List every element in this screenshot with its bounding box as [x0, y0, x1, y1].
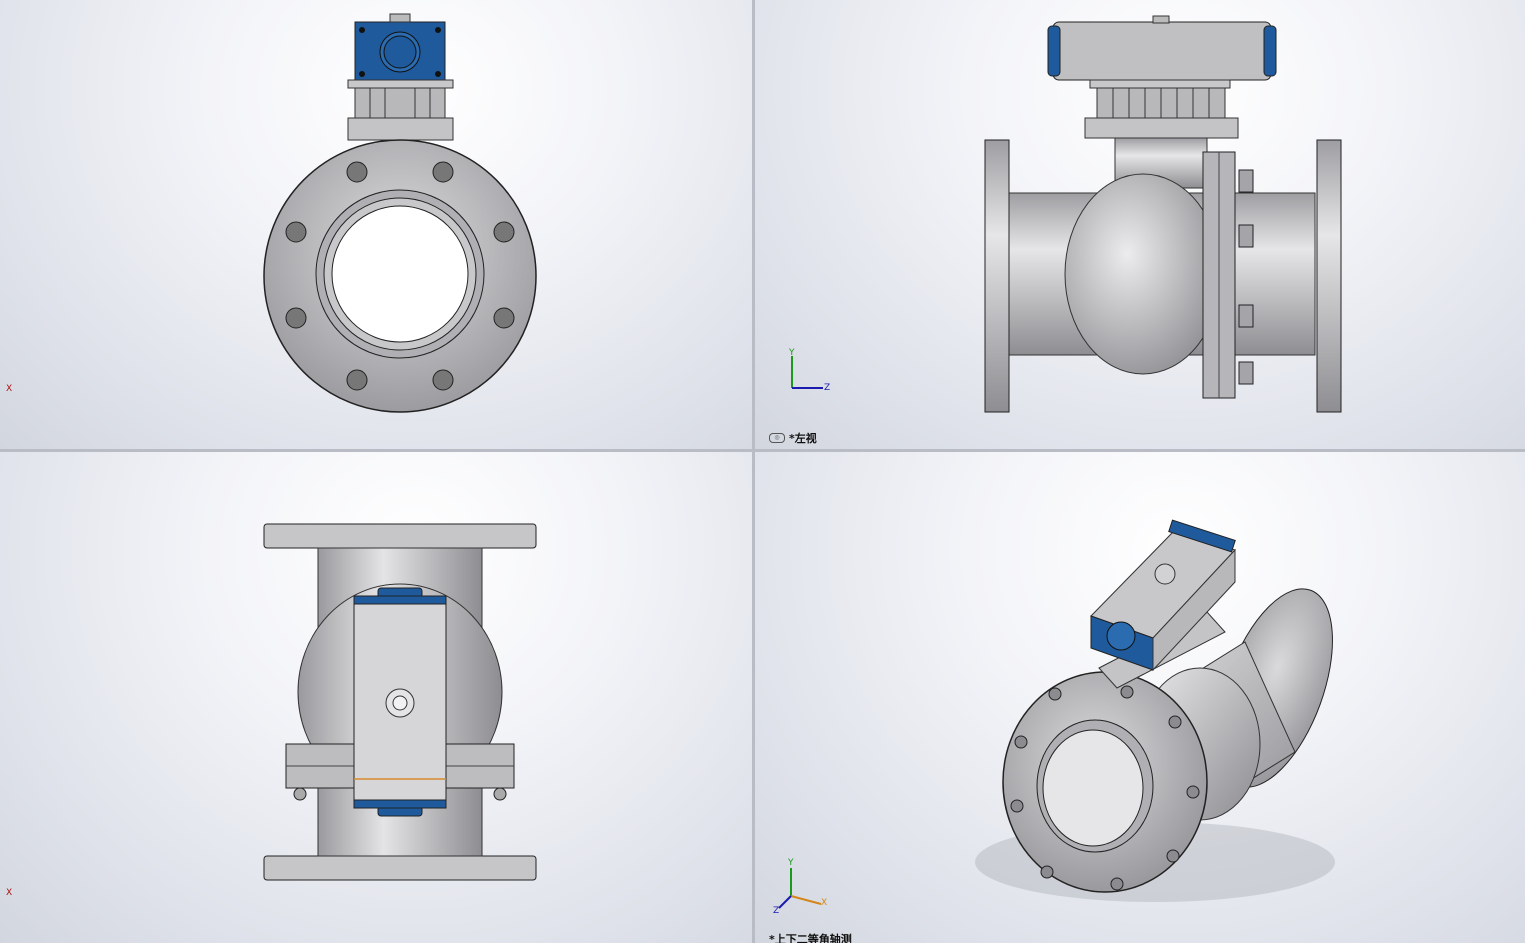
x-axis-label: X — [6, 384, 13, 394]
z-axis-label: Z — [824, 383, 831, 393]
viewport-left-view[interactable]: Y Z ◎ *左视 — [755, 0, 1525, 449]
top-view-model — [263, 523, 537, 881]
coordinate-triad: Y Z — [785, 348, 845, 400]
y-axis-label: Y — [789, 348, 795, 358]
y-axis-label: Y — [788, 858, 794, 868]
front-view-model — [263, 13, 537, 413]
x-axis-label: X — [821, 898, 828, 908]
coordinate-triad: Y X Z — [773, 856, 833, 916]
x-axis-label: X — [6, 888, 13, 898]
viewport-label: *上下二等角轴测 — [769, 933, 852, 943]
viewport-front[interactable]: X — [0, 0, 752, 449]
left-view-model — [984, 15, 1342, 413]
viewport-top-view[interactable]: X — [0, 452, 752, 943]
view-orientation-icon: ◎ — [769, 433, 785, 443]
isometric-view-model — [975, 519, 1335, 902]
coordinate-triad: X — [0, 888, 20, 908]
viewport-label: ◎ *左视 — [769, 430, 817, 446]
z-axis-label: Z — [773, 906, 780, 916]
viewport-isometric[interactable]: Y X Z *上下二等角轴测 — [755, 452, 1525, 943]
coordinate-triad: X — [0, 380, 20, 400]
